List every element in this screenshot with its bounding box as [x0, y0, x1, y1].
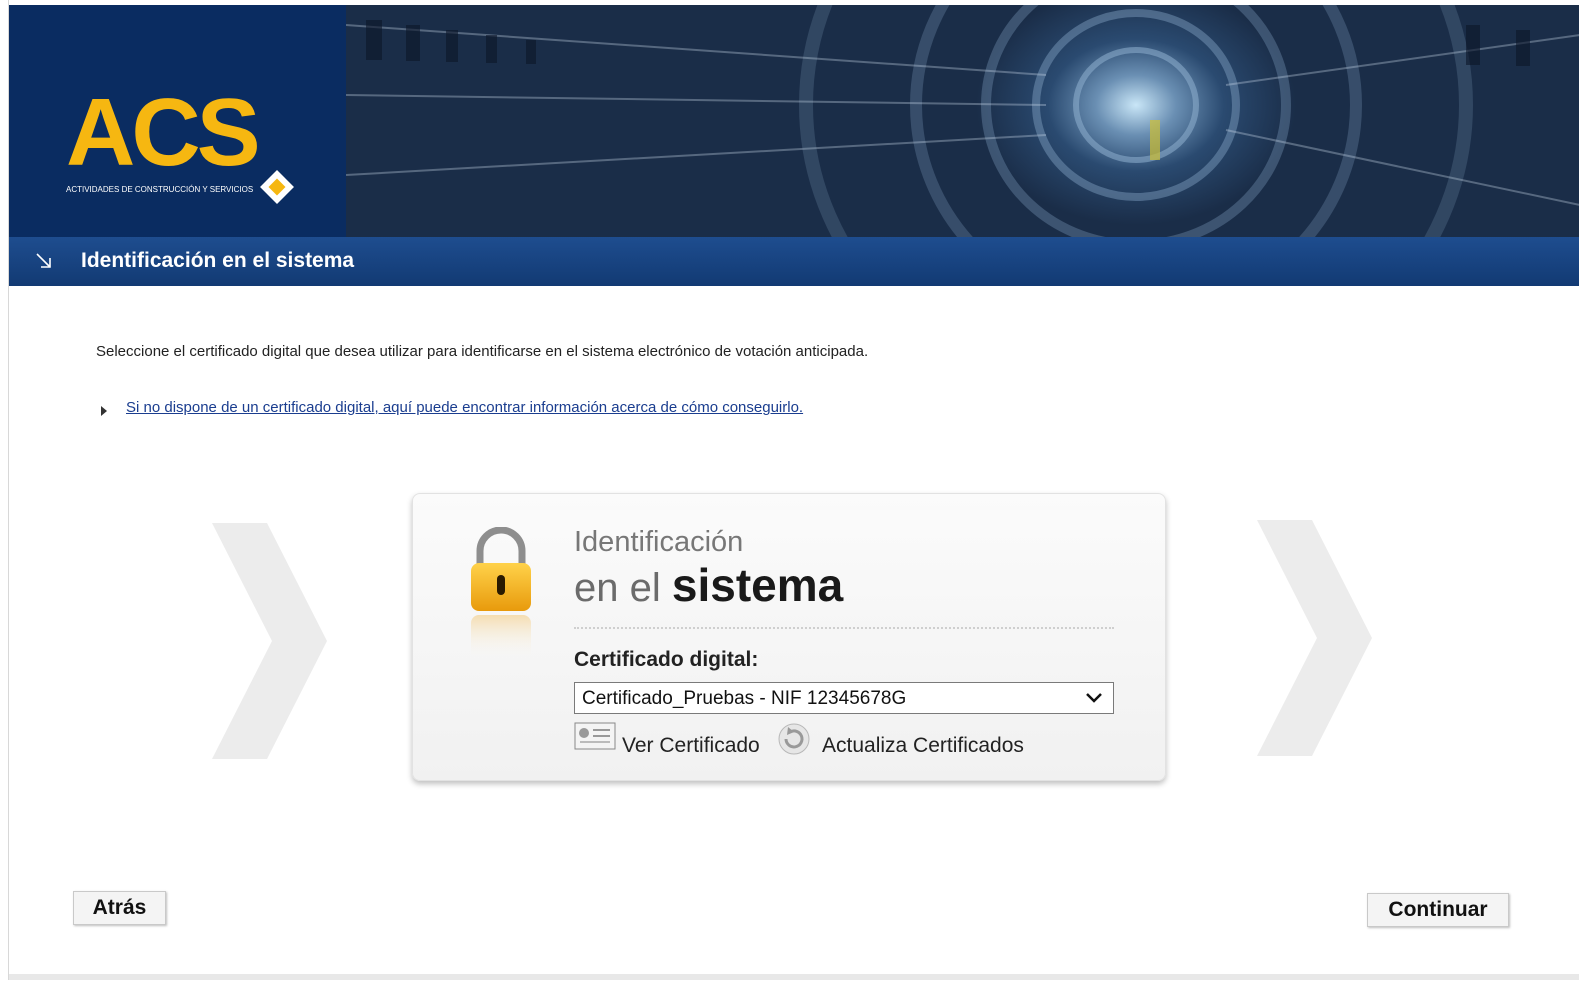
bottom-divider — [9, 974, 1579, 980]
section-titlebar: Identificación en el sistema — [9, 237, 1579, 286]
card-title-prefix: en el — [574, 566, 661, 610]
logo-mark-icon — [260, 170, 294, 204]
refresh-icon — [778, 723, 810, 755]
certificate-select[interactable]: Certificado_Pruebas - NIF 12345678G — [574, 682, 1114, 714]
intro-text: Seleccione el certificado digital que de… — [96, 343, 869, 360]
refresh-certificates-button[interactable]: Actualiza Certificados — [776, 722, 1024, 761]
page-title: Identificación en el sistema — [81, 249, 355, 272]
chevron-right-icon — [1257, 520, 1372, 756]
refresh-certificates-label: Actualiza Certificados — [822, 734, 1024, 757]
bullet-arrow-icon — [101, 406, 107, 416]
header: ACS ACTIVIDADES DE CONSTRUCCIÓN Y SERVIC… — [9, 5, 1579, 237]
certificate-card-icon — [574, 722, 616, 750]
view-certificate-label: Ver Certificado — [622, 734, 760, 757]
certificate-label: Certificado digital: — [574, 648, 759, 671]
tunnel-illustration — [346, 5, 1579, 237]
logo-text: ACS — [66, 79, 261, 186]
page-frame: ACS ACTIVIDADES DE CONSTRUCCIÓN Y SERVIC… — [8, 0, 1579, 980]
card-title-line2: en el sistema — [574, 558, 843, 612]
view-certificate-button[interactable]: Ver Certificado — [574, 722, 760, 757]
certificate-select-value: Certificado_Pruebas - NIF 12345678G — [582, 688, 907, 709]
identification-card: Identificación en el sistema Certificado… — [412, 493, 1166, 781]
how-to-get-certificate-link[interactable]: Si no dispone de un certificado digital,… — [126, 399, 803, 416]
dotted-divider — [574, 627, 1114, 629]
logo: ACS ACTIVIDADES DE CONSTRUCCIÓN Y SERVIC… — [9, 5, 346, 237]
card-title-line1: Identificación — [574, 526, 744, 558]
tunnel-banner-image — [346, 5, 1579, 237]
continue-button[interactable]: Continuar — [1367, 893, 1509, 927]
card-title-bold: sistema — [671, 559, 844, 611]
chevron-down-icon — [1086, 693, 1102, 703]
chevron-right-icon — [212, 523, 327, 759]
logo-subtitle: ACTIVIDADES DE CONSTRUCCIÓN Y SERVICIOS — [66, 185, 254, 194]
back-button[interactable]: Atrás — [73, 891, 166, 925]
lock-icon — [471, 527, 531, 660]
arrow-down-right-icon — [36, 253, 51, 268]
